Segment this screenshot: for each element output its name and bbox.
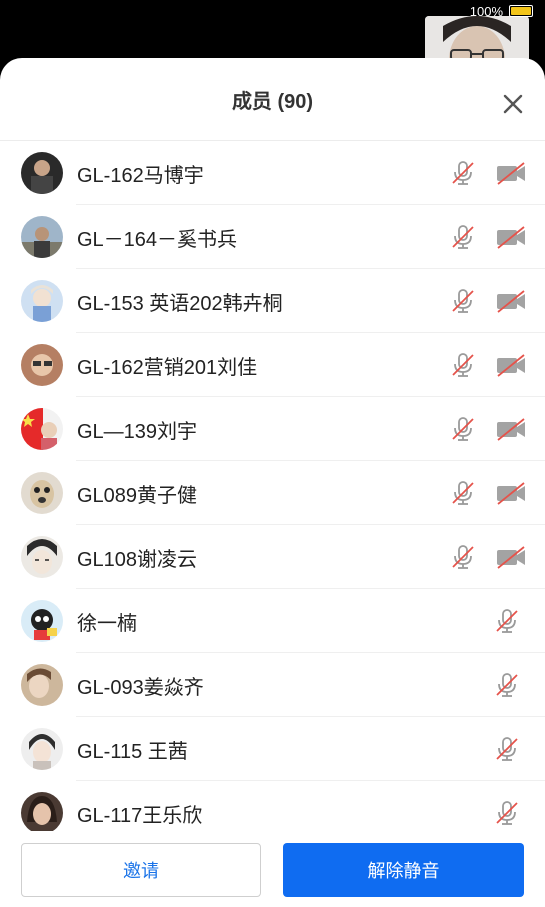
list-item[interactable]: GL-153 英语202韩卉桐: [0, 269, 545, 333]
members-sheet: 成员 (90) GL-162马博宇 GL－164－奚书兵 GL-153 英语20…: [0, 58, 545, 907]
member-name: GL-162马博宇: [77, 164, 204, 187]
list-item[interactable]: GL108谢凌云: [0, 525, 545, 589]
mic-muted-icon[interactable]: [449, 287, 477, 315]
sheet-header: 成员 (90): [0, 58, 545, 141]
close-icon[interactable]: [501, 92, 525, 116]
camera-off-icon[interactable]: [495, 159, 527, 187]
camera-off-icon[interactable]: [495, 287, 527, 315]
camera-off-icon[interactable]: [495, 543, 527, 571]
battery-icon: [509, 5, 533, 17]
mic-muted-icon[interactable]: [493, 671, 521, 699]
mic-muted-icon[interactable]: [449, 351, 477, 379]
avatar: [21, 600, 63, 642]
member-name: 徐一楠: [77, 612, 137, 635]
list-item[interactable]: 徐一楠: [0, 589, 545, 653]
unmute-button[interactable]: 解除静音: [283, 843, 524, 897]
list-item[interactable]: GL-115 王茜: [0, 717, 545, 781]
avatar: [21, 472, 63, 514]
list-item[interactable]: GL-117王乐欣: [0, 781, 545, 831]
mic-muted-icon[interactable]: [449, 415, 477, 443]
mic-muted-icon[interactable]: [449, 543, 477, 571]
camera-off-icon[interactable]: [495, 479, 527, 507]
page-title: 成员 (90): [231, 90, 314, 113]
member-name: GL-162营销201刘佳: [77, 356, 258, 379]
camera-off-icon[interactable]: [495, 223, 527, 251]
list-item[interactable]: GL-093姜焱齐: [0, 653, 545, 717]
invite-button[interactable]: 邀请: [21, 843, 261, 897]
mic-muted-icon[interactable]: [449, 223, 477, 251]
member-name: GL-117王乐欣: [77, 804, 203, 827]
mic-muted-icon[interactable]: [449, 479, 477, 507]
camera-off-icon[interactable]: [495, 415, 527, 443]
member-name: GL-093姜焱齐: [77, 676, 204, 699]
camera-off-icon[interactable]: [495, 351, 527, 379]
battery-percentage: 100%: [469, 3, 503, 19]
status-bar: 100%: [470, 0, 533, 22]
avatar: [21, 664, 63, 706]
mic-muted-icon[interactable]: [449, 159, 477, 187]
list-item[interactable]: GL－164－奚书兵: [0, 205, 545, 269]
avatar: [21, 728, 63, 770]
meeting-screen: 100% 成员 (90) GL-162马博宇 GL－164－奚书兵 GL-153…: [0, 0, 545, 907]
mic-muted-icon[interactable]: [493, 735, 521, 763]
mic-muted-icon[interactable]: [493, 607, 521, 635]
avatar: [21, 152, 63, 194]
member-name: GL108谢凌云: [77, 548, 198, 571]
mic-muted-icon[interactable]: [493, 799, 521, 827]
member-name: GL-153 英语202韩卉桐: [77, 292, 283, 315]
list-item[interactable]: GL089黄子健: [0, 461, 545, 525]
avatar: [21, 536, 63, 578]
list-item[interactable]: GL—139刘宇: [0, 397, 545, 461]
member-name: GL089黄子健: [77, 484, 198, 507]
avatar: [21, 280, 63, 322]
member-name: GL－164－奚书兵: [77, 228, 238, 251]
avatar: [21, 792, 63, 831]
member-name: GL—139刘宇: [77, 420, 198, 443]
member-list[interactable]: GL-162马博宇 GL－164－奚书兵 GL-153 英语202韩卉桐 GL-…: [0, 141, 545, 831]
list-item[interactable]: GL-162马博宇: [0, 141, 545, 205]
footer-actions: 邀请 解除静音: [0, 831, 545, 907]
avatar: [21, 408, 63, 450]
list-item[interactable]: GL-162营销201刘佳: [0, 333, 545, 397]
avatar: [21, 344, 63, 386]
avatar: [21, 216, 63, 258]
member-name: GL-115 王茜: [77, 740, 188, 763]
